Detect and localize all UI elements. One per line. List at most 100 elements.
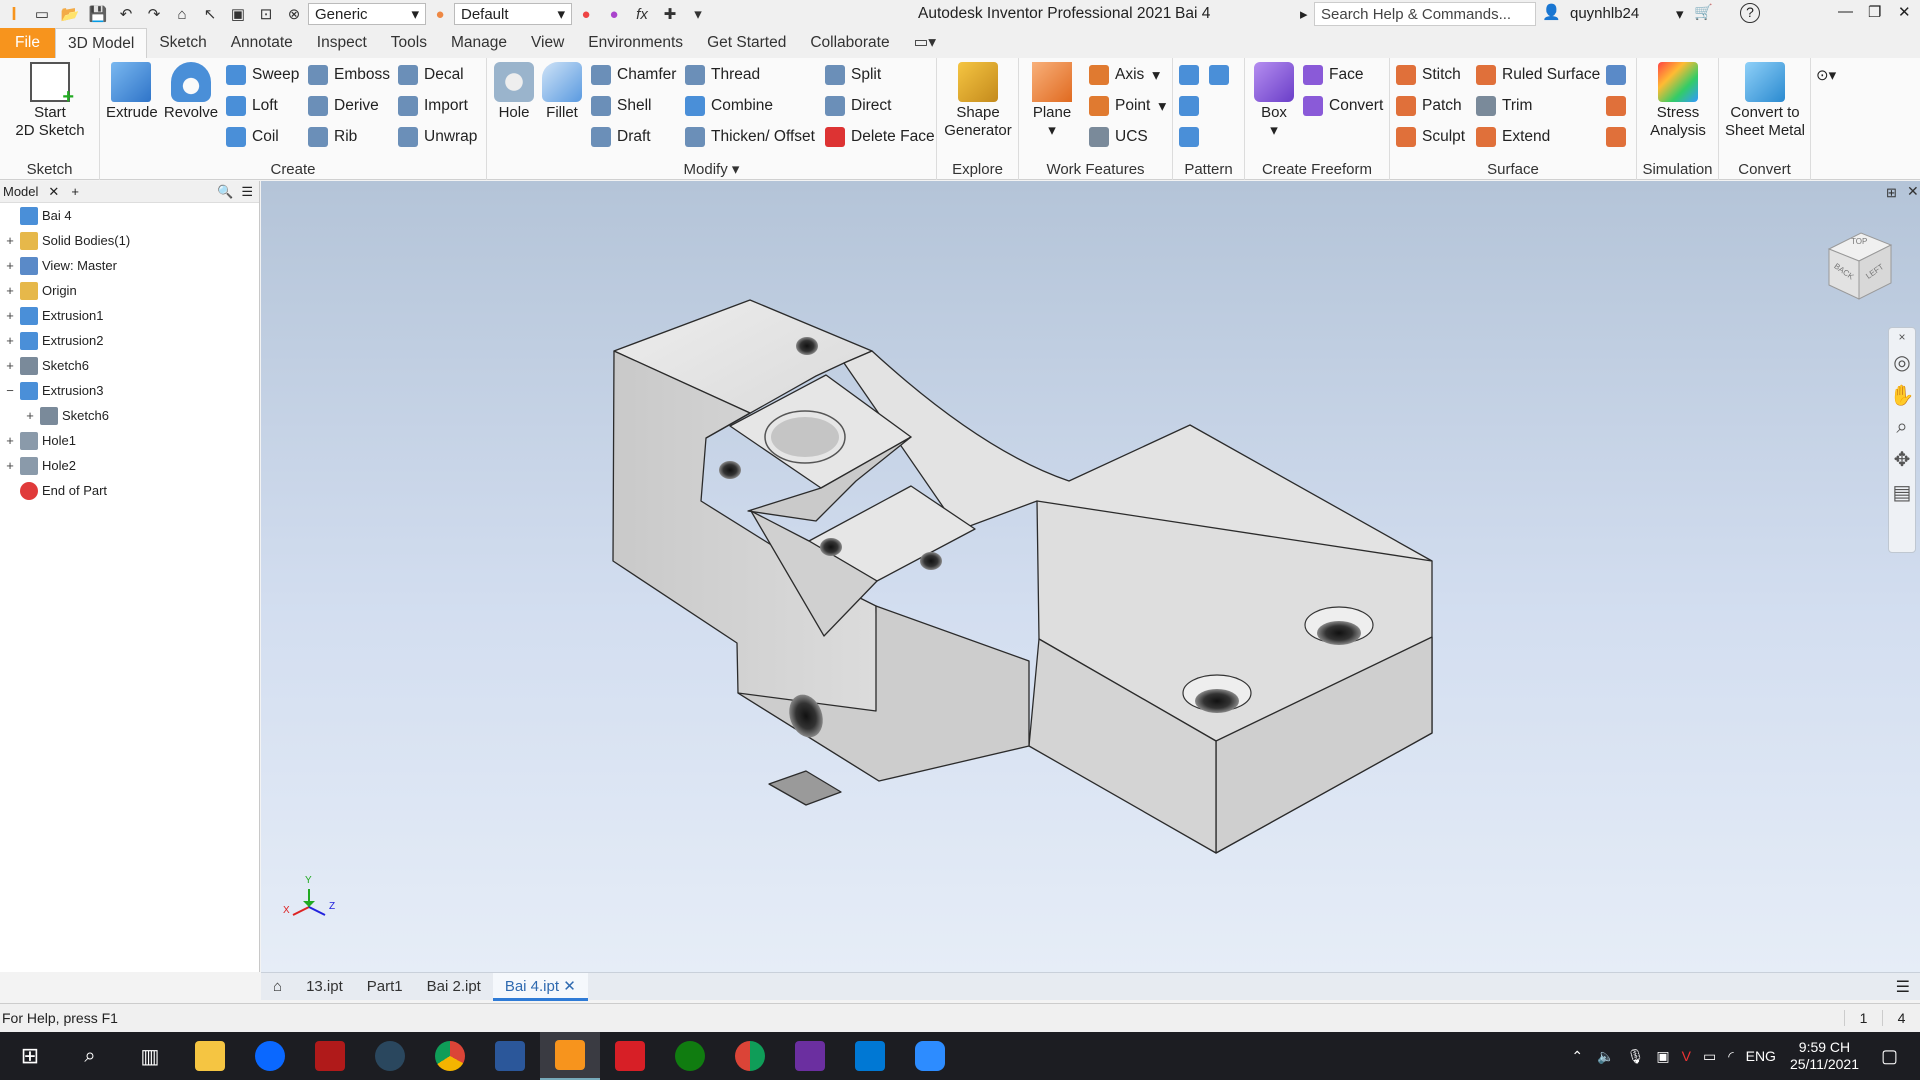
tab-get-started[interactable]: Get Started xyxy=(695,28,798,58)
start-2d-sketch-button[interactable]: + Start 2D Sketch xyxy=(8,62,92,140)
expand-icon[interactable]: + xyxy=(4,358,16,373)
clear-appearance-icon[interactable]: ● xyxy=(603,3,625,25)
surface-tool-2-button[interactable] xyxy=(1606,93,1632,119)
combine-button[interactable]: Combine xyxy=(685,93,773,119)
mirror-button[interactable] xyxy=(1209,62,1235,88)
coil-button[interactable]: Coil xyxy=(226,124,279,150)
wifi-icon[interactable]: ◜ xyxy=(1728,1048,1733,1065)
tabs-menu-icon[interactable]: ☰ xyxy=(1896,977,1910,997)
tab-manage[interactable]: Manage xyxy=(439,28,519,58)
zoom-icon[interactable]: ⌕ xyxy=(1889,416,1915,439)
import-button[interactable]: Import xyxy=(398,93,468,119)
tab-inspect[interactable]: Inspect xyxy=(305,28,379,58)
shell-button[interactable]: Shell xyxy=(591,93,651,119)
convert-to-sheet-metal-button[interactable]: Convert to Sheet Metal xyxy=(1721,62,1809,140)
extrude-button[interactable]: Extrude xyxy=(106,62,158,122)
fillet-button[interactable]: Fillet xyxy=(539,62,585,122)
user-icon[interactable]: 👤 xyxy=(1542,3,1561,21)
part-model[interactable] xyxy=(261,181,1920,972)
zalo-button[interactable] xyxy=(240,1032,300,1080)
tree-item[interactable]: Bai 4 xyxy=(0,203,259,228)
chevron-down-icon[interactable]: ▾ xyxy=(1676,5,1684,23)
clock[interactable]: 9:59 CH 25/11/2021 xyxy=(1790,1039,1859,1073)
search-button[interactable]: ⌕ xyxy=(60,1032,120,1080)
app-v-icon[interactable]: V xyxy=(1682,1048,1691,1064)
material-dropdown[interactable]: Default ▾ xyxy=(454,3,572,25)
box-button[interactable]: Box ▾ xyxy=(1249,62,1299,140)
open-icon[interactable]: 📂 xyxy=(59,3,81,25)
doc-tab-13[interactable]: 13.ipt xyxy=(294,973,355,1001)
expand-icon[interactable]: + xyxy=(4,258,16,273)
sweep-button[interactable]: Sweep xyxy=(226,62,299,88)
expand-icon[interactable]: + xyxy=(4,458,16,473)
revolve-button[interactable]: Revolve xyxy=(162,62,220,122)
update-icon[interactable]: ▣ xyxy=(227,3,249,25)
inventor-logo-icon[interactable]: I xyxy=(3,3,25,25)
decal-button[interactable]: Decal xyxy=(398,62,464,88)
appearance-dropdown[interactable]: Generic ▾ xyxy=(308,3,426,25)
language-indicator[interactable]: ENG xyxy=(1746,1048,1776,1064)
surface-tool-3-button[interactable] xyxy=(1606,124,1632,150)
tree-item[interactable]: + Solid Bodies(1) xyxy=(0,228,259,253)
rib-button[interactable]: Rib xyxy=(308,124,357,150)
start-button[interactable]: ⊞ xyxy=(0,1032,60,1080)
thread-button[interactable]: Thread xyxy=(685,62,760,88)
extend-button[interactable]: Extend xyxy=(1476,124,1550,150)
cart-icon[interactable]: 🛒 xyxy=(1694,3,1713,21)
tab-file[interactable]: File xyxy=(0,28,55,58)
sculpt-button[interactable]: Sculpt xyxy=(1396,124,1465,150)
graphics-window[interactable]: TOP BACK LEFT × ◎ ✋ ⌕ ✥ ▤ ⊞ ✕ X Y Z xyxy=(261,181,1920,972)
doc-tab-bai4[interactable]: Bai 4.ipt ✕ xyxy=(492,972,588,1001)
ucs-button[interactable]: UCS xyxy=(1089,124,1148,150)
save-icon[interactable]: 💾 xyxy=(87,3,109,25)
tab-collaborate[interactable]: Collaborate xyxy=(798,28,901,58)
patch-button[interactable]: Patch xyxy=(1396,93,1462,119)
measure-icon[interactable]: ⊡ xyxy=(255,3,277,25)
search-input[interactable]: Search Help & Commands... xyxy=(1314,2,1536,26)
close-icon[interactable]: × xyxy=(1889,330,1915,344)
chevron-up-icon[interactable]: ⌃ xyxy=(1571,1048,1583,1065)
tree-item[interactable]: + Hole1 xyxy=(0,428,259,453)
close-icon[interactable]: ✕ xyxy=(563,978,576,995)
plus-icon[interactable]: ✚ xyxy=(659,3,681,25)
tree-item[interactable]: − Extrusion3 xyxy=(0,378,259,403)
trim-button[interactable]: Trim xyxy=(1476,93,1532,119)
maximize-icon[interactable]: ⊞ xyxy=(1886,185,1897,201)
tab-sketch[interactable]: Sketch xyxy=(147,28,218,58)
expand-icon[interactable]: + xyxy=(4,433,16,448)
battery-icon[interactable]: ▭ xyxy=(1703,1048,1716,1065)
tree-item[interactable]: + Hole2 xyxy=(0,453,259,478)
close-icon[interactable]: ✕ xyxy=(1907,183,1919,200)
surface-tool-1-button[interactable] xyxy=(1606,62,1632,88)
color-wheel-icon[interactable]: ● xyxy=(429,3,451,25)
restore-icon[interactable]: ❐ xyxy=(1868,3,1881,21)
unwrap-button[interactable]: Unwrap xyxy=(398,124,477,150)
zoom-button[interactable] xyxy=(900,1032,960,1080)
direct-button[interactable]: Direct xyxy=(825,93,891,119)
hole-button[interactable]: Hole xyxy=(491,62,537,122)
expand-icon[interactable]: + xyxy=(4,308,16,323)
photos-button[interactable] xyxy=(840,1032,900,1080)
add-tab-icon[interactable]: + xyxy=(71,184,79,199)
rectangular-pattern-button[interactable] xyxy=(1179,62,1205,88)
viewcube-top-label[interactable]: TOP xyxy=(1851,237,1867,246)
emboss-button[interactable]: Emboss xyxy=(308,62,390,88)
steam-button[interactable] xyxy=(360,1032,420,1080)
xbox-button[interactable] xyxy=(660,1032,720,1080)
expand-icon[interactable]: + xyxy=(4,233,16,248)
delete-face-button[interactable]: Delete Face xyxy=(825,124,935,150)
loft-button[interactable]: Loft xyxy=(226,93,278,119)
look-at-icon[interactable]: ▤ xyxy=(1889,480,1915,505)
task-view-button[interactable]: ▥ xyxy=(120,1032,180,1080)
pdf-app-button[interactable] xyxy=(780,1032,840,1080)
undo-icon[interactable]: ↶ xyxy=(115,3,137,25)
panel-label-modify[interactable]: Modify ▾ xyxy=(487,160,936,178)
customize-icon[interactable]: ▾ xyxy=(687,3,709,25)
convert-freeform-button[interactable]: Convert xyxy=(1303,93,1383,119)
pan-icon[interactable]: ✋ xyxy=(1889,383,1915,408)
tree-item[interactable]: + Extrusion1 xyxy=(0,303,259,328)
user-name[interactable]: quynhlb24 xyxy=(1570,5,1639,22)
tree-item[interactable]: + Extrusion2 xyxy=(0,328,259,353)
browser-tab-model[interactable]: Model xyxy=(3,184,38,199)
derive-button[interactable]: Derive xyxy=(308,93,379,119)
